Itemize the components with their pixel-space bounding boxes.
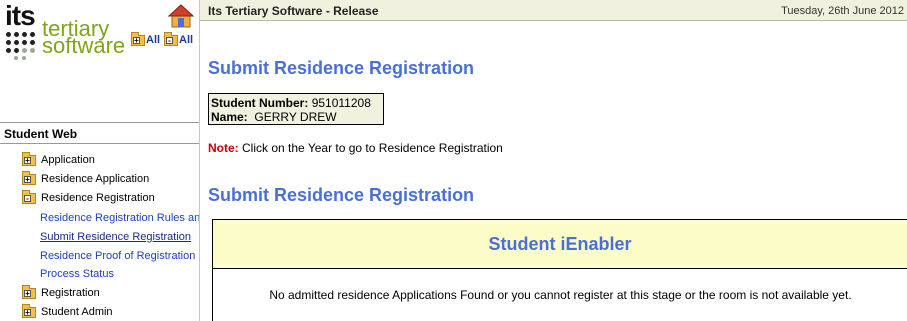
logo-software-text: software	[42, 33, 126, 58]
nav-item-registration[interactable]: + Registration	[22, 284, 100, 299]
student-number-label: Student Number:	[211, 96, 309, 110]
subnav-residence-proof-of-registration[interactable]: Residence Proof of Registration	[40, 250, 199, 262]
divider	[0, 122, 199, 123]
subnav-submit-residence-registration[interactable]: Submit Residence Registration	[40, 231, 199, 243]
nav-item-student-admin[interactable]: + Student Admin	[22, 303, 113, 318]
panel-title: Student iEnabler	[213, 220, 907, 269]
section-heading: Submit Residence Registration	[208, 185, 475, 205]
top-header-bar: Its Tertiary Software - Release Tuesday,…	[200, 0, 907, 21]
home-icon[interactable]	[168, 3, 194, 29]
student-info-box: Student Number: 951011208 Name: GERRY DR…	[208, 93, 384, 125]
left-navigation-frame: its tertiary software + All - All Studen…	[0, 0, 200, 321]
its-logo: its tertiary software	[4, 0, 132, 61]
app-title: Its Tertiary Software - Release	[208, 4, 379, 18]
logo-its-text: its	[5, 0, 36, 31]
folder-icon: +	[22, 170, 36, 185]
folder-icon: +	[22, 303, 36, 318]
folder-icon: +	[22, 151, 36, 166]
expand-all-button[interactable]: + All	[131, 31, 160, 46]
nav-item-residence-application[interactable]: + Residence Application	[22, 170, 149, 185]
section-title: Student Web	[4, 127, 78, 141]
folder-expand-icon: +	[131, 31, 145, 46]
subnav-residence-registration-rules[interactable]: Residence Registration Rules and	[40, 212, 199, 224]
student-name-value: GERRY DREW	[254, 110, 337, 124]
student-number-value: 951011208	[311, 96, 371, 110]
collapse-all-button[interactable]: - All	[164, 31, 193, 46]
nav-item-application[interactable]: + Application	[22, 151, 95, 166]
folder-open-icon: -	[22, 189, 36, 204]
folder-collapse-icon: -	[164, 31, 178, 46]
note-line: Note: Click on the Year to go to Residen…	[208, 141, 503, 155]
divider	[0, 143, 199, 144]
note-label: Note:	[208, 141, 239, 155]
student-name-label: Name:	[211, 110, 248, 124]
page-title: Submit Residence Registration	[208, 58, 475, 78]
note-text: Click on the Year to go to Residence Reg…	[242, 141, 503, 155]
subnav-process-status[interactable]: Process Status	[40, 268, 199, 280]
ienabler-panel: Student iEnabler No admitted residence A…	[212, 219, 907, 321]
current-date: Tuesday, 26th June 2012	[781, 5, 904, 17]
nav-item-residence-registration[interactable]: - Residence Registration	[22, 189, 155, 204]
folder-icon: +	[22, 284, 36, 299]
panel-message: No admitted residence Applications Found…	[269, 288, 852, 302]
